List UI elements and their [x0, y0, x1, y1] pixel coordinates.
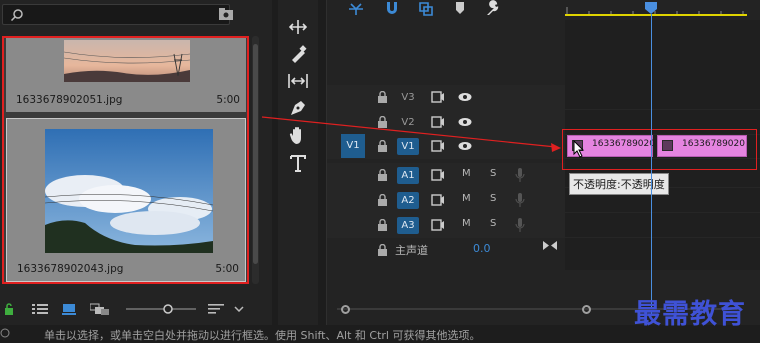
track-label[interactable]: V1 — [397, 138, 419, 155]
type-tool-icon[interactable] — [287, 152, 309, 174]
wrench-settings-icon[interactable] — [483, 0, 501, 16]
lock-icon[interactable] — [377, 91, 388, 103]
project-clip-item[interactable]: 1633678902051.jpg 5:00 — [6, 38, 246, 112]
hand-tool-icon[interactable] — [287, 124, 309, 146]
icon-view-icon[interactable] — [62, 303, 76, 315]
project-thumbnail-grid: 1633678902051.jpg 5:00 1633678902043.jpg… — [2, 36, 249, 284]
project-panel: 1633678902051.jpg 5:00 1633678902043.jpg… — [0, 0, 272, 325]
clip-thumbnail — [64, 40, 190, 82]
microphone-icon[interactable] — [515, 218, 525, 232]
clip-thumbnail — [45, 129, 213, 253]
opacity-tooltip: 不透明度:不透明度 — [569, 173, 669, 195]
scrollbar-thumb[interactable] — [253, 44, 258, 264]
track-label[interactable]: A1 — [397, 167, 419, 184]
clip-duration: 5:00 — [216, 94, 240, 106]
work-area-bar[interactable] — [565, 14, 747, 16]
microphone-icon[interactable] — [515, 168, 525, 182]
project-scrollbar[interactable] — [252, 36, 259, 284]
chevron-down-icon[interactable] — [234, 306, 244, 312]
clip-highlight-box — [562, 129, 757, 170]
playhead-line[interactable] — [651, 14, 652, 314]
master-volume-value[interactable]: 0.0 — [473, 242, 491, 255]
scroll-handle-right[interactable] — [582, 305, 591, 314]
track-row-v3: V3 — [327, 85, 760, 110]
track-label[interactable]: V3 — [397, 89, 419, 106]
go-to-end-icon[interactable] — [543, 240, 557, 251]
clip-filename: 1633678902051.jpg — [16, 94, 123, 106]
lock-icon[interactable] — [377, 219, 388, 231]
timeline-panel: V3 V2 V1 V1 A1 M S A2 M S A3 M S 主声道 0.0… — [326, 0, 760, 325]
sync-lock-icon[interactable] — [431, 219, 445, 231]
sync-lock-icon[interactable] — [431, 140, 445, 152]
list-view-icon[interactable] — [32, 303, 48, 315]
track-row-a3: A3 M S — [327, 213, 760, 238]
new-search-bin-icon[interactable] — [218, 8, 234, 21]
lock-icon[interactable] — [377, 244, 388, 256]
track-label[interactable]: V2 — [397, 114, 419, 131]
linked-selection-icon[interactable] — [417, 0, 435, 16]
freeform-view-icon[interactable] — [90, 303, 110, 315]
lock-icon[interactable] — [377, 116, 388, 128]
eye-icon[interactable] — [458, 91, 472, 103]
sort-icon[interactable] — [208, 303, 224, 315]
lock-icon[interactable] — [4, 303, 14, 315]
track-label[interactable]: A2 — [397, 192, 419, 209]
playhead-handle[interactable] — [644, 2, 658, 14]
nest-sequence-icon[interactable] — [347, 0, 365, 16]
track-label[interactable]: A3 — [397, 217, 419, 234]
mute-button[interactable]: M — [462, 218, 471, 229]
mute-button[interactable]: M — [462, 193, 471, 204]
slip-tool-icon[interactable] — [287, 70, 309, 92]
sync-lock-icon[interactable] — [431, 116, 445, 128]
lock-icon[interactable] — [377, 194, 388, 206]
master-track-label: 主声道 — [395, 244, 428, 257]
sync-lock-icon[interactable] — [431, 169, 445, 181]
sync-lock-icon[interactable] — [431, 91, 445, 103]
microphone-icon[interactable] — [515, 193, 525, 207]
zoom-slider[interactable] — [126, 302, 196, 316]
project-clip-item[interactable]: 1633678902043.jpg 5:00 — [6, 118, 246, 282]
mouse-cursor-icon — [573, 140, 585, 158]
scroll-handle-left[interactable] — [341, 305, 350, 314]
sync-lock-icon[interactable] — [431, 194, 445, 206]
watermark-text: 最需教育 — [634, 299, 746, 330]
ripple-edit-tool-icon[interactable] — [287, 16, 309, 38]
info-icon — [0, 328, 10, 338]
search-icon — [10, 9, 23, 22]
pen-tool-icon[interactable] — [287, 97, 309, 119]
snap-magnet-icon[interactable] — [383, 0, 401, 16]
track-row-a2: A2 M S — [327, 188, 760, 213]
solo-button[interactable]: S — [490, 193, 496, 204]
add-marker-icon[interactable] — [451, 0, 469, 16]
eye-icon[interactable] — [458, 116, 472, 128]
search-input[interactable] — [2, 4, 230, 25]
lock-icon[interactable] — [377, 140, 388, 152]
lock-icon[interactable] — [377, 169, 388, 181]
clip-duration: 5:00 — [215, 263, 239, 275]
mute-button[interactable]: M — [462, 168, 471, 179]
solo-button[interactable]: S — [490, 168, 496, 179]
razor-tool-icon[interactable] — [287, 43, 309, 65]
clip-filename: 1633678902043.jpg — [17, 263, 124, 275]
source-patch-v1[interactable]: V1 — [341, 134, 365, 158]
solo-button[interactable]: S — [490, 218, 496, 229]
tools-panel — [278, 0, 318, 325]
eye-icon[interactable] — [458, 140, 472, 152]
